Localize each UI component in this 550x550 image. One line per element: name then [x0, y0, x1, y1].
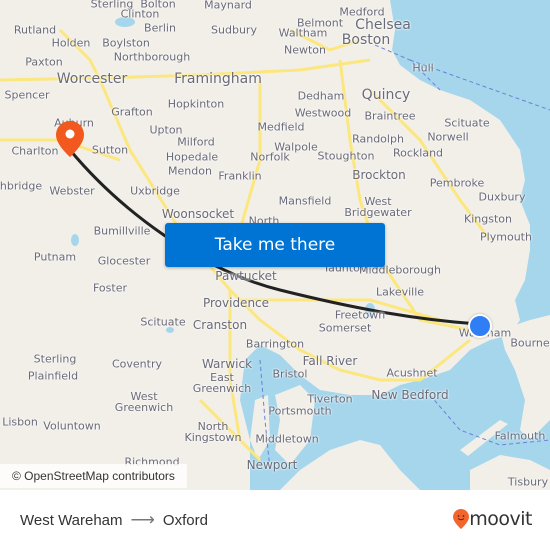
- place-label: Kingston: [464, 212, 512, 226]
- take-me-there-button[interactable]: Take me there: [165, 223, 385, 267]
- place-label: Pawtucket: [215, 269, 277, 283]
- place-label: Brockton: [352, 168, 406, 182]
- place-label: Tisbury: [507, 475, 549, 489]
- destination-name: Oxford: [162, 511, 208, 529]
- place-label: Chelsea: [355, 17, 411, 33]
- place-label: Somerset: [318, 321, 372, 335]
- place-label: West Greenwich: [114, 390, 174, 414]
- place-label: Braintree: [364, 109, 416, 123]
- place-label: Rutland: [13, 23, 57, 37]
- place-label: Milford: [177, 135, 215, 149]
- place-label: Duxbury: [478, 190, 526, 204]
- place-label: Plainfield: [27, 369, 79, 383]
- place-label: Scituate: [444, 116, 490, 130]
- origin-name: West Wareham: [20, 511, 123, 529]
- place-label: Upton: [149, 123, 183, 137]
- place-label: Warwick: [201, 357, 253, 371]
- place-label: Waltham: [278, 26, 328, 40]
- place-label: Charlton: [11, 144, 59, 158]
- place-label: chbridge: [0, 179, 43, 193]
- place-label: Freetown: [334, 308, 386, 322]
- place-label: Berlin: [144, 21, 176, 35]
- place-label: West Bridgewater: [344, 195, 412, 219]
- place-label: Uxbridge: [130, 184, 180, 198]
- place-label: Coventry: [111, 357, 163, 371]
- place-label: Medford: [339, 5, 385, 19]
- logo-wordmark: moovit: [469, 508, 532, 530]
- place-label: Maynard: [204, 0, 252, 12]
- place-label: Fall River: [302, 354, 358, 368]
- place-label: Lakeville: [375, 285, 425, 299]
- footer-bar: West Wareham ⟶ Oxford moovit: [0, 490, 550, 550]
- place-label: Norwell: [427, 130, 469, 144]
- place-label: Sudbury: [211, 23, 257, 37]
- place-label: Bourne: [510, 336, 550, 350]
- place-label: Worcester: [56, 71, 128, 87]
- place-label: North Kingstown: [184, 420, 242, 444]
- place-label: Medfield: [257, 120, 305, 134]
- map-pin-icon: [56, 121, 84, 157]
- place-label: Newport: [246, 458, 298, 472]
- place-label: Randolph: [352, 132, 404, 146]
- place-label: Stoughton: [317, 149, 375, 163]
- place-label: Cranston: [192, 318, 248, 332]
- route-summary: West Wareham ⟶ Oxford: [20, 490, 208, 550]
- place-label: Glocester: [97, 254, 151, 268]
- place-label: Mansfield: [278, 194, 332, 208]
- place-label: Franklin: [218, 169, 262, 183]
- place-label: Boylston: [102, 36, 150, 50]
- moovit-pin-icon: [453, 509, 470, 529]
- place-label: Dedham: [297, 89, 345, 103]
- place-label: Pembroke: [429, 176, 485, 190]
- place-label: Providence: [202, 296, 270, 310]
- place-label: Webster: [49, 184, 95, 198]
- place-label: Falmouth: [494, 429, 546, 443]
- place-label: Foster: [93, 281, 127, 295]
- place-label: Norfolk: [250, 150, 290, 164]
- place-label: Voluntown: [43, 419, 101, 433]
- place-label: Sterling: [33, 352, 77, 366]
- place-label: New Bedford: [371, 388, 449, 402]
- place-label: Putnam: [33, 250, 77, 264]
- map-attribution[interactable]: © OpenStreetMap contributors: [0, 464, 187, 488]
- place-label: Sutton: [91, 143, 129, 157]
- place-label: Scituate: [140, 315, 186, 329]
- place-label: Plymouth: [480, 230, 532, 244]
- origin-marker[interactable]: [468, 314, 492, 338]
- place-label: Paxton: [25, 55, 63, 69]
- place-label: Quincy: [361, 87, 411, 103]
- destination-pin[interactable]: [56, 121, 84, 161]
- place-label: Hopedale: [165, 150, 219, 164]
- place-label: Tiverton: [307, 392, 353, 406]
- place-label: Rockland: [392, 146, 444, 160]
- place-label: Lisbon: [2, 415, 38, 429]
- place-label: Portsmouth: [268, 404, 332, 418]
- moovit-logo[interactable]: moovit: [453, 508, 532, 530]
- place-label: Acushnet: [386, 366, 438, 380]
- place-label: Bristol: [272, 367, 308, 381]
- place-label: East Greenwich: [192, 371, 252, 395]
- place-label: Westwood: [294, 106, 352, 120]
- place-label: Spencer: [4, 88, 50, 102]
- place-label: Hopkinton: [167, 97, 225, 111]
- map-view[interactable]: Sterling Bolton Maynard Clinton Rutland Berli…: [0, 0, 550, 490]
- place-label: Northborough: [113, 50, 191, 64]
- place-label: Middletown: [255, 432, 319, 446]
- place-label: Boston: [341, 32, 391, 48]
- place-label: Clinton: [120, 7, 160, 21]
- place-label: Mendon: [168, 164, 212, 178]
- place-label: Framingham: [174, 71, 262, 87]
- place-label: Barrington: [245, 337, 305, 351]
- place-label: Woonsocket: [161, 207, 235, 221]
- arrow-right-icon: ⟶: [130, 510, 155, 529]
- place-label: Holden: [51, 36, 91, 50]
- place-label: Bumillville: [93, 224, 151, 238]
- place-label: Grafton: [111, 105, 153, 119]
- place-label: Hull: [412, 61, 434, 75]
- place-label: Newton: [283, 43, 327, 57]
